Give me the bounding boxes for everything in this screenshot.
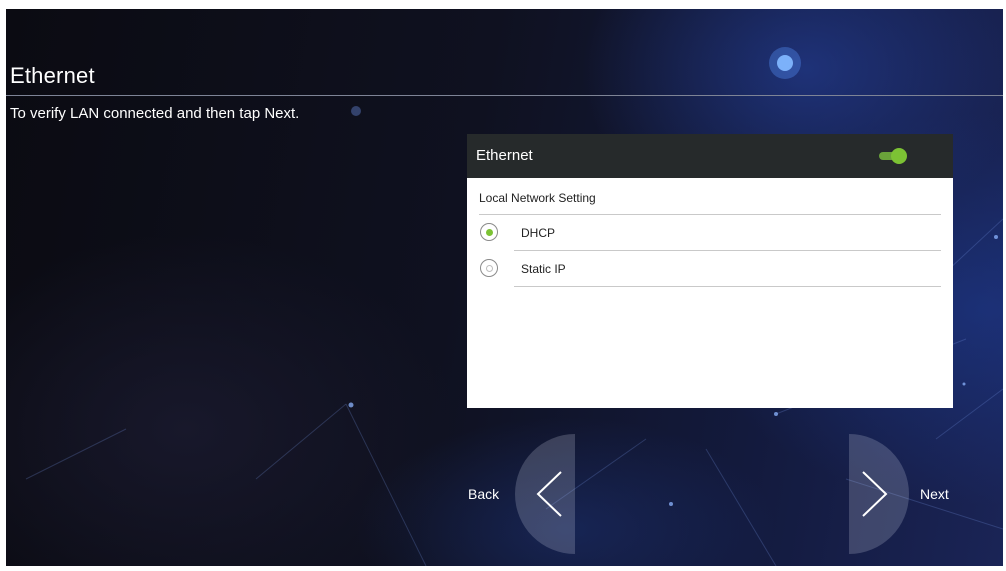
divider [514,250,941,251]
toggle-knob [891,148,907,164]
section-label: Local Network Setting [479,191,596,205]
radio-static-ip[interactable] [480,259,498,277]
back-button[interactable] [511,434,575,554]
divider [514,286,941,287]
title-divider [6,95,1003,96]
divider [479,214,941,215]
ethernet-toggle[interactable] [877,148,907,164]
next-button[interactable] [849,434,913,554]
panel-title: Ethernet [476,147,533,164]
next-label[interactable]: Next [920,486,949,502]
radio-empty-dot [486,265,493,272]
radio-selected-dot [486,229,493,236]
option-label: Static IP [521,262,566,276]
instruction-text: To verify LAN connected and then tap Nex… [10,105,300,122]
radio-dhcp[interactable] [480,223,498,241]
setup-screen: Ethernet To verify LAN connected and the… [6,9,1003,566]
page-title: Ethernet [10,63,95,88]
option-dhcp[interactable]: DHCP [467,217,953,247]
back-label[interactable]: Back [468,486,499,502]
next-button-bg [849,434,909,554]
back-button-bg [515,434,575,554]
option-static-ip[interactable]: Static IP [467,253,953,283]
ethernet-panel: Ethernet Local Network Setting DHCP Stat… [467,134,953,408]
panel-header: Ethernet [467,134,953,178]
option-label: DHCP [521,226,556,240]
